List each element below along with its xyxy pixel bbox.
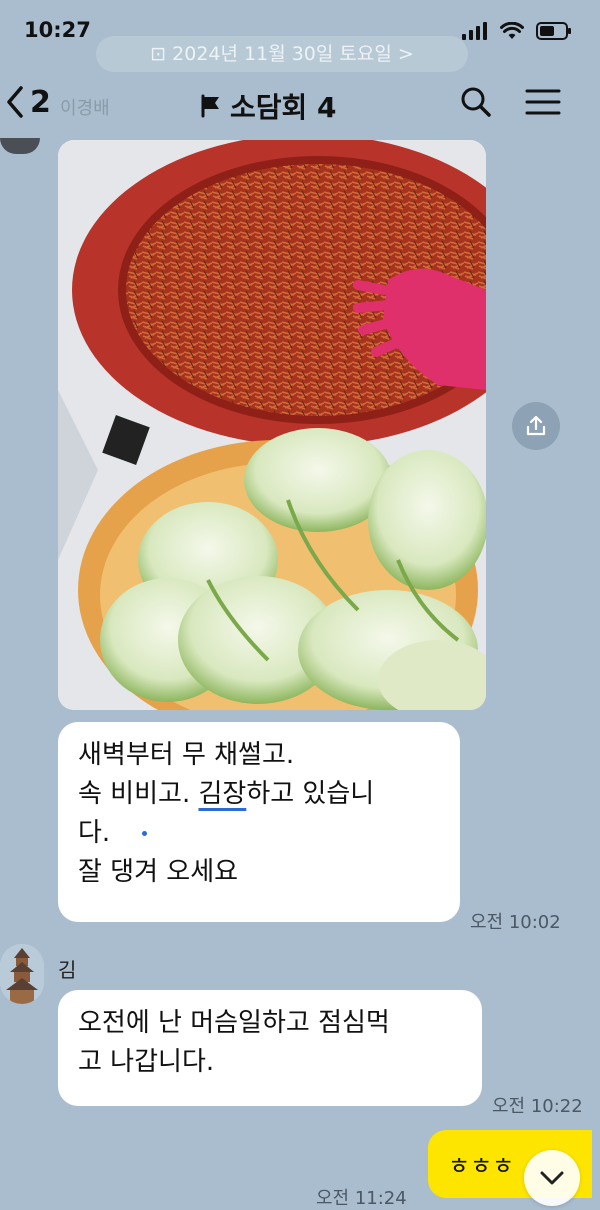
message-line: 다. — [78, 814, 440, 853]
chevron-down-icon — [540, 1171, 564, 1185]
flag-icon — [201, 94, 219, 118]
kimchi-photo — [58, 140, 486, 710]
menu-icon — [525, 89, 561, 115]
chat-header: 2 이경배 소담회 4 — [0, 74, 600, 138]
status-bar: 10:27 ⊡ 2024년 11월 30일 토요일 > — [0, 0, 600, 72]
chat-title: 소담회 4 — [230, 91, 337, 124]
message-line: 속 비비고. 김장하고 있습니 — [78, 775, 440, 814]
message-line: 오전에 난 머슴일하고 점심먹 — [78, 1008, 390, 1038]
menu-button[interactable] — [524, 84, 562, 124]
wifi-icon — [500, 22, 524, 39]
message-time: 오전 11:24 — [316, 1188, 407, 1209]
pagoda-avatar-image — [0, 944, 44, 1004]
message-line: 새벽부터 무 채썰고. — [78, 740, 295, 770]
battery-icon — [536, 22, 571, 40]
message-line: 고 나갑니다. — [78, 1047, 215, 1077]
search-icon — [461, 87, 491, 117]
message-fragment: 하고 있습니 — [246, 779, 375, 809]
message-bubble[interactable]: 오전에 난 머슴일하고 점심먹 고 나갑니다. — [58, 990, 482, 1106]
status-icons — [462, 22, 572, 40]
back-button[interactable]: 2 — [4, 84, 51, 120]
sender-avatar[interactable] — [0, 944, 44, 1004]
message-fragment: 다. — [78, 818, 111, 848]
chevron-left-icon — [7, 86, 23, 118]
message-time: 오전 10:22 — [492, 1096, 583, 1117]
highlighted-word: 김장 — [198, 779, 247, 809]
chat-title-area[interactable]: 소담회 4 — [200, 86, 337, 126]
search-button[interactable] — [458, 84, 494, 124]
cursor-dot — [142, 831, 148, 836]
scroll-to-bottom-button[interactable] — [524, 1150, 580, 1206]
my-message-text: ㅎㅎㅎ — [448, 1152, 515, 1180]
photo-message[interactable] — [58, 140, 486, 710]
status-time: 10:27 — [24, 18, 91, 42]
back-unread-count: 2 — [30, 84, 51, 120]
message-fragment: 속 비비고. — [78, 779, 191, 809]
share-button[interactable] — [512, 402, 560, 450]
message-line: 잘 댕겨 오세요 — [78, 857, 239, 887]
message-time: 오전 10:02 — [470, 912, 561, 933]
signal-icon — [462, 22, 487, 40]
sender-name: 김 — [58, 958, 77, 982]
sender-avatar-partial[interactable] — [0, 138, 40, 154]
date-banner[interactable]: ⊡ 2024년 11월 30일 토요일 > — [96, 36, 468, 72]
message-bubble[interactable]: 새벽부터 무 채썰고. 속 비비고. 김장하고 있습니 다. 잘 댕겨 오세요 — [58, 722, 460, 922]
ghost-sender-name: 이경배 — [60, 98, 110, 119]
share-icon — [526, 415, 546, 436]
